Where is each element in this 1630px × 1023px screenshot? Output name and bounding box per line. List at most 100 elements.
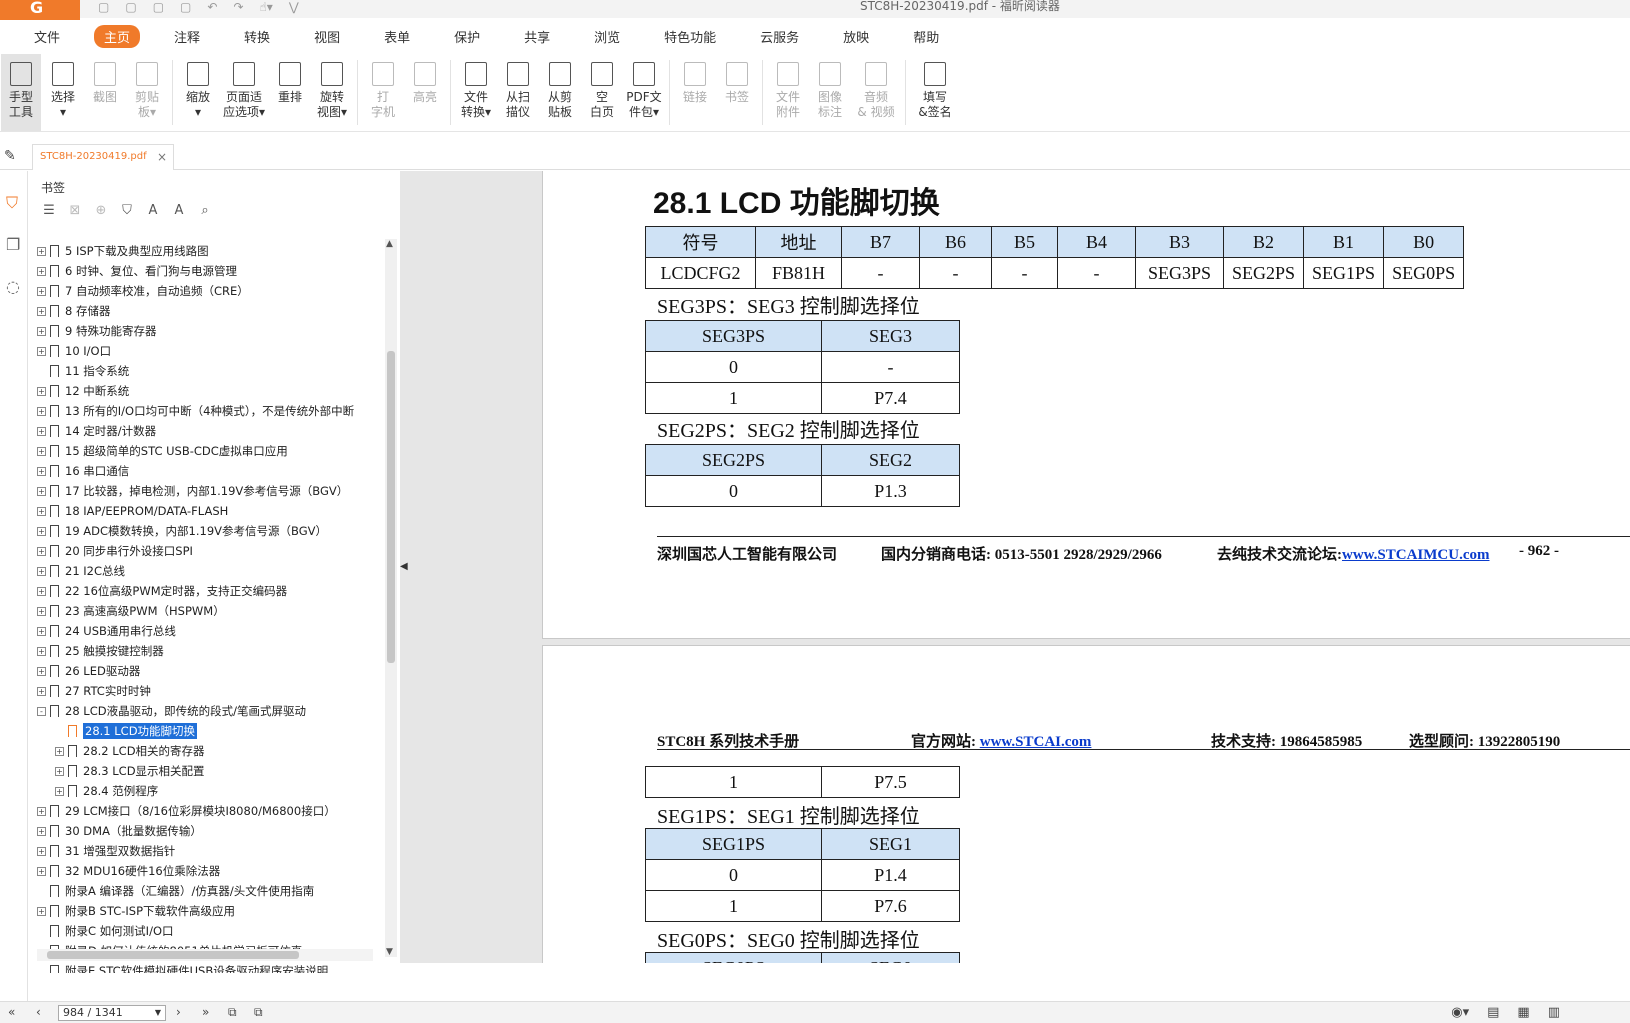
expand-toggle-icon[interactable]: +: [37, 426, 46, 436]
collapse-panel-icon[interactable]: ◀: [400, 561, 408, 572]
ribbon-button[interactable]: 重排: [270, 54, 310, 131]
bookmark-item[interactable]: +31 增强型双数据指针: [37, 841, 383, 861]
expand-toggle-icon[interactable]: +: [37, 246, 46, 256]
bookmark-item[interactable]: +28.3 LCD显示相关配置: [37, 761, 383, 781]
bookmark-hscrollbar[interactable]: [37, 949, 373, 961]
document-tab[interactable]: STC8H-20230419.pdf ×: [32, 144, 174, 170]
page-dropdown-icon[interactable]: ▼: [155, 1006, 161, 1020]
bookmark-item[interactable]: +23 高速高级PWM（HSPWM）: [37, 601, 383, 621]
last-page-icon[interactable]: »: [202, 1005, 209, 1019]
single-page-icon[interactable]: ▤: [1487, 1005, 1499, 1020]
quick-access-icon[interactable]: ☝▾: [260, 0, 273, 16]
expand-toggle-icon[interactable]: +: [37, 686, 46, 696]
scrollbar-thumb[interactable]: [387, 351, 395, 663]
menu-item[interactable]: 文件: [24, 25, 70, 48]
menu-item[interactable]: 放映: [833, 25, 879, 48]
bookmark-item[interactable]: +24 USB通用串行总线: [37, 621, 383, 641]
pen-icon[interactable]: ✎: [4, 148, 16, 164]
collapse-bookmarks-icon[interactable]: A: [171, 203, 187, 218]
scroll-down-icon[interactable]: ▼: [386, 947, 393, 957]
bookmark-item[interactable]: +22 16位高级PWM定时器，支持正交编码器: [37, 581, 383, 601]
expand-toggle-icon[interactable]: +: [37, 806, 46, 816]
quick-access-icon[interactable]: ▢: [153, 0, 164, 16]
expand-toggle-icon[interactable]: +: [37, 546, 46, 556]
quick-access-icon[interactable]: ▢: [125, 0, 136, 16]
expand-toggle-icon[interactable]: +: [55, 746, 64, 756]
bookmark-item[interactable]: +16 串口通信: [37, 461, 383, 481]
expand-toggle-icon[interactable]: +: [37, 326, 46, 336]
bookmark-item[interactable]: 附录E STC软件模拟硬件USB设备驱动程序安装说明: [37, 961, 383, 973]
first-page-icon[interactable]: «: [8, 1005, 15, 1019]
comments-panel-icon[interactable]: ◌: [6, 277, 20, 296]
expand-toggle-icon[interactable]: +: [37, 266, 46, 276]
footer-forum-link[interactable]: www.STCAIMCU.com: [1342, 547, 1490, 563]
bookmark-tree[interactable]: +5 ISP下载及典型应用线路图 +6 时钟、复位、看门狗与电源管理 +7 自动频率…: [37, 241, 383, 973]
expand-toggle-icon[interactable]: +: [37, 846, 46, 856]
ribbon-button[interactable]: 剪贴 板▾: [127, 54, 167, 131]
menu-item[interactable]: 特色功能: [654, 25, 726, 48]
ribbon-button[interactable]: 旋转 视图▾: [312, 54, 352, 131]
expand-toggle-icon[interactable]: +: [37, 486, 46, 496]
page-number-input[interactable]: 984 / 1341 ▼: [58, 1005, 166, 1021]
menu-item[interactable]: 保护: [444, 25, 490, 48]
expand-toggle-icon[interactable]: +: [37, 406, 46, 416]
bookmark-item[interactable]: - 28 LCD液晶驱动，即传统的段式/笔画式屏驱动: [37, 701, 383, 721]
bookmark-item[interactable]: +27 RTC实时时钟: [37, 681, 383, 701]
read-mode-icon[interactable]: ◉▾: [1451, 1005, 1469, 1020]
quick-access-icon[interactable]: ▢: [180, 0, 191, 16]
bookmark-item[interactable]: 11 指令系统: [37, 361, 383, 381]
bookmark-item[interactable]: +12 中断系统: [37, 381, 383, 401]
bookmark-item[interactable]: +20 同步串行外设接口SPI: [37, 541, 383, 561]
expand-toggle-icon[interactable]: +: [37, 446, 46, 456]
ribbon-button[interactable]: 书签: [717, 54, 757, 131]
expand-toggle-icon[interactable]: +: [55, 766, 64, 776]
header-site-link[interactable]: www.STCAI.com: [980, 734, 1092, 750]
bookmark-item[interactable]: +5 ISP下载及典型应用线路图: [37, 241, 383, 261]
expand-toggle-icon[interactable]: +: [37, 586, 46, 596]
expand-toggle-icon[interactable]: +: [37, 646, 46, 656]
expand-toggle-icon[interactable]: +: [37, 526, 46, 536]
expand-toggle-icon[interactable]: +: [37, 306, 46, 316]
app-logo[interactable]: G: [0, 0, 80, 20]
ribbon-button[interactable]: 从扫 描仪: [498, 54, 538, 131]
bookmark-options-icon[interactable]: ☰: [41, 203, 57, 218]
menu-item[interactable]: 转换: [234, 25, 280, 48]
facing-page-icon[interactable]: ▥: [1548, 1005, 1560, 1020]
bookmark-panel-icon[interactable]: ⛉: [6, 193, 18, 213]
expand-toggle-icon[interactable]: +: [37, 506, 46, 516]
hscrollbar-thumb[interactable]: [47, 951, 299, 959]
menu-item[interactable]: 视图: [304, 25, 350, 48]
menu-item[interactable]: 主页: [94, 24, 141, 48]
expand-bookmarks-icon[interactable]: A: [145, 203, 161, 218]
menu-item[interactable]: 注释: [164, 25, 210, 48]
expand-toggle-icon[interactable]: +: [37, 606, 46, 616]
ribbon-button[interactable]: 缩放 ▾: [178, 54, 218, 131]
close-tab-icon[interactable]: ×: [157, 145, 167, 169]
bookmark-item[interactable]: +13 所有的I/O口均可中断（4种模式），不是传统外部中断: [37, 401, 383, 421]
ribbon-button[interactable]: 选择 ▾: [43, 54, 83, 131]
ribbon-button[interactable]: 高亮: [405, 54, 445, 131]
bookmark-item[interactable]: +29 LCM接口（8/16位彩屏模块I8080/M6800接口）: [37, 801, 383, 821]
add-bookmark-icon[interactable]: ⊕: [93, 203, 109, 218]
bookmark-item[interactable]: +10 I/O口: [37, 341, 383, 361]
bookmark-item[interactable]: +30 DMA（批量数据传输）: [37, 821, 383, 841]
bookmark-item[interactable]: + 附录B STC-ISP下载软件高级应用: [37, 901, 383, 921]
bookmark-item[interactable]: +15 超级简单的STC USB-CDC虚拟串口应用: [37, 441, 383, 461]
continuous-page-icon[interactable]: ▦: [1517, 1005, 1529, 1020]
expand-toggle-icon[interactable]: +: [55, 786, 64, 796]
ribbon-button[interactable]: 填写 &签名: [911, 54, 959, 131]
bookmark-item[interactable]: +6 时钟、复位、看门狗与电源管理: [37, 261, 383, 281]
page-thumbnail-icon[interactable]: ⧉: [254, 1005, 263, 1020]
bookmark-item[interactable]: +28.4 范例程序: [37, 781, 383, 801]
expand-toggle-icon[interactable]: +: [37, 666, 46, 676]
expand-toggle-icon[interactable]: +: [37, 566, 46, 576]
ribbon-button[interactable]: 文件 附件: [768, 54, 808, 131]
next-page-icon[interactable]: ›: [176, 1005, 181, 1019]
bookmark-item[interactable]: +8 存储器: [37, 301, 383, 321]
bookmark-item[interactable]: +21 I2C总线: [37, 561, 383, 581]
bookmark-item[interactable]: 附录A 编译器（汇编器）/仿真器/头文件使用指南: [37, 881, 383, 901]
bookmark-item[interactable]: +9 特殊功能寄存器: [37, 321, 383, 341]
ribbon-button[interactable]: PDF文 件包▾: [624, 54, 664, 131]
ribbon-button[interactable]: 空白页: [582, 54, 622, 131]
expand-toggle-icon[interactable]: +: [37, 386, 46, 396]
